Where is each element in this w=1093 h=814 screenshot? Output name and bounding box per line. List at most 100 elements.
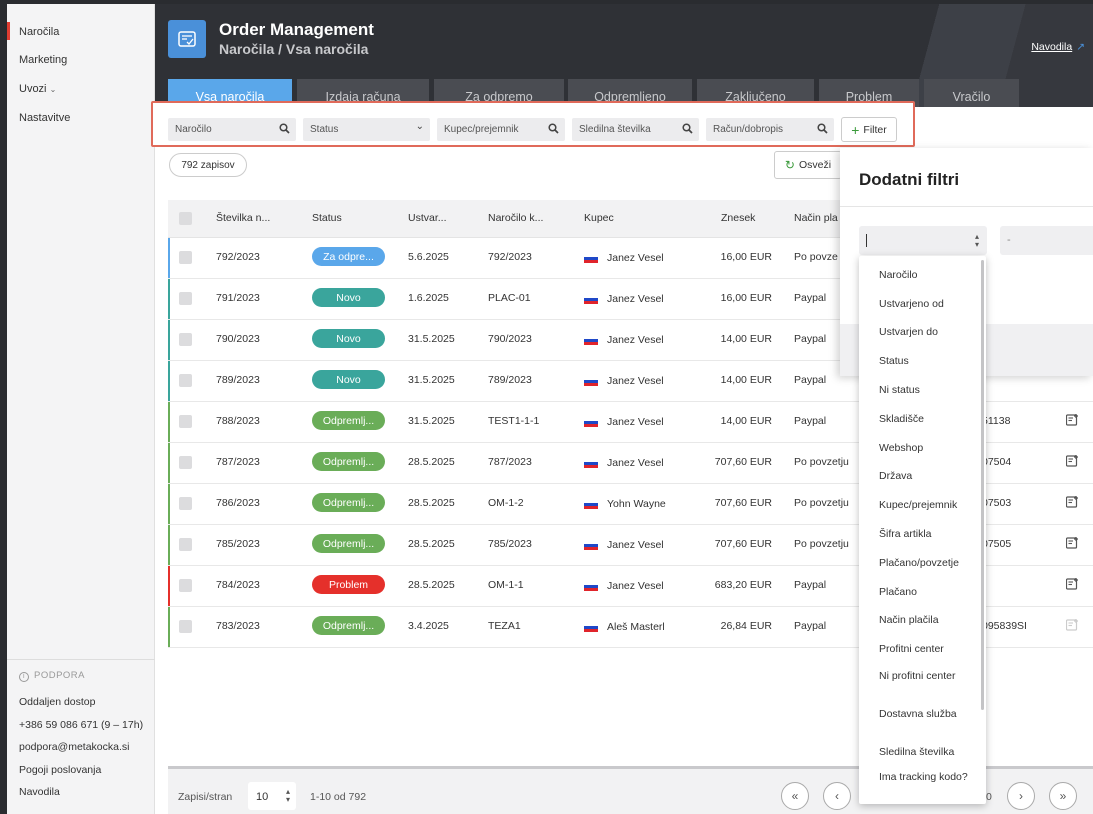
- note-add-icon[interactable]: [1066, 537, 1079, 549]
- filter-field-select[interactable]: ▴ ▾: [859, 226, 987, 255]
- last-page-button[interactable]: »: [1049, 782, 1077, 810]
- order-number[interactable]: 792/2023: [216, 251, 260, 263]
- column-header-amount[interactable]: Znesek: [721, 212, 755, 224]
- order-number[interactable]: 789/2023: [216, 374, 260, 386]
- buyer-filter-input[interactable]: Kupec/prejemnik: [437, 118, 565, 141]
- note-add-icon[interactable]: [1066, 619, 1079, 631]
- dropdown-option[interactable]: Kupec/prejemnik: [879, 499, 974, 512]
- next-page-button[interactable]: ›: [1007, 782, 1035, 810]
- status-filter-select[interactable]: Status ⌄: [303, 118, 430, 141]
- select-all-checkbox[interactable]: [179, 212, 192, 225]
- order-number[interactable]: 783/2023: [216, 620, 260, 632]
- row-checkbox[interactable]: [179, 374, 192, 387]
- created-date: 31.5.2025: [408, 374, 455, 386]
- dropdown-scrollbar[interactable]: [981, 260, 984, 710]
- chevron-down-icon: ⌄: [415, 121, 424, 132]
- support-email[interactable]: podpora@metakocka.si: [19, 741, 129, 753]
- note-add-icon[interactable]: [1066, 496, 1079, 508]
- row-checkbox[interactable]: [179, 415, 192, 428]
- order-reference: 785/2023: [488, 538, 532, 550]
- order-reference: OM-1-2: [488, 497, 524, 509]
- column-header-order-ref[interactable]: Naročilo k...: [488, 212, 543, 224]
- filter-value-input[interactable]: -: [1000, 226, 1093, 255]
- dropdown-option[interactable]: Ni status: [879, 384, 974, 397]
- dropdown-option[interactable]: Skladišče: [879, 413, 974, 426]
- order-number[interactable]: 784/2023: [216, 579, 260, 591]
- order-reference: TEST1-1-1: [488, 415, 540, 427]
- sidebar-item-narocila[interactable]: Naročila: [19, 26, 59, 38]
- dropdown-option[interactable]: Dostavna služba: [879, 708, 974, 721]
- row-status-bar: [168, 402, 170, 442]
- filter-button[interactable]: + Filter: [841, 117, 897, 142]
- column-header-status[interactable]: Status: [312, 212, 342, 224]
- slovenia-flag-icon: [584, 458, 598, 468]
- order-reference: 787/2023: [488, 456, 532, 468]
- row-checkbox[interactable]: [179, 579, 192, 592]
- help-link[interactable]: Navodila ↗: [1031, 41, 1085, 53]
- status-badge: Odpremlj...: [312, 493, 385, 512]
- order-management-icon: [168, 20, 206, 58]
- buyer-name: Janez Vesel: [607, 252, 664, 264]
- first-page-button[interactable]: «: [781, 782, 809, 810]
- sidebar-item-marketing[interactable]: Marketing: [19, 54, 67, 66]
- order-number[interactable]: 787/2023: [216, 456, 260, 468]
- column-header-payment[interactable]: Način pla: [794, 212, 838, 224]
- order-filter-input[interactable]: Naročilo: [168, 118, 296, 141]
- support-link-terms[interactable]: Pogoji poslovanja: [19, 764, 101, 776]
- order-number[interactable]: 788/2023: [216, 415, 260, 427]
- row-checkbox[interactable]: [179, 292, 192, 305]
- tracking-filter-input[interactable]: Sledilna številka: [572, 118, 699, 141]
- row-checkbox[interactable]: [179, 538, 192, 551]
- order-number[interactable]: 785/2023: [216, 538, 260, 550]
- dropdown-option[interactable]: Plačano/povzetje: [879, 557, 974, 570]
- created-date: 3.4.2025: [408, 620, 449, 632]
- payment-method: Po povzetju: [794, 456, 849, 468]
- updown-icon: ▴ ▾: [974, 232, 979, 249]
- row-checkbox[interactable]: [179, 333, 192, 346]
- per-page-select[interactable]: 10 ▴ ▾: [248, 782, 296, 810]
- amount: 14,00 EUR: [720, 374, 772, 386]
- created-date: 28.5.2025: [408, 456, 455, 468]
- note-add-icon[interactable]: [1066, 414, 1079, 426]
- status-badge: Novo: [312, 329, 385, 348]
- note-add-icon[interactable]: [1066, 455, 1079, 467]
- order-number[interactable]: 786/2023: [216, 497, 260, 509]
- order-number[interactable]: 791/2023: [216, 292, 260, 304]
- buyer-cell: Yohn Wayne: [584, 498, 666, 510]
- row-checkbox[interactable]: [179, 620, 192, 633]
- row-checkbox[interactable]: [179, 456, 192, 469]
- dropdown-option[interactable]: Šifra artikla: [879, 528, 974, 541]
- status-badge: Za odpre...: [312, 247, 385, 266]
- support-link-help[interactable]: Navodila: [19, 786, 60, 798]
- dropdown-option[interactable]: Sledilna številka: [879, 746, 974, 759]
- row-checkbox[interactable]: [179, 251, 192, 264]
- dropdown-option[interactable]: Webshop: [879, 442, 974, 455]
- dropdown-option[interactable]: Ni profitni center: [879, 670, 974, 683]
- dropdown-option[interactable]: Plačano: [879, 586, 974, 599]
- support-link-remote[interactable]: Oddaljen dostop: [19, 696, 95, 708]
- refresh-button[interactable]: ↻ Osveži: [774, 151, 842, 179]
- dropdown-option[interactable]: Ustvarjen do: [879, 326, 974, 339]
- created-date: 31.5.2025: [408, 333, 455, 345]
- order-number[interactable]: 790/2023: [216, 333, 260, 345]
- sidebar-item-uvozi[interactable]: Uvozi ⌄: [19, 83, 56, 95]
- tab-vracilo[interactable]: Vračilo: [924, 79, 1019, 107]
- dropdown-option[interactable]: Ustvarjeno od: [879, 298, 974, 311]
- created-date: 28.5.2025: [408, 579, 455, 591]
- support-phone[interactable]: +386 59 086 671 (9 – 17h): [19, 719, 143, 731]
- dropdown-option[interactable]: Ima tracking kodo?: [879, 771, 974, 784]
- sidebar-item-nastavitve[interactable]: Nastavitve: [19, 112, 70, 124]
- dropdown-option[interactable]: Način plačila: [879, 614, 974, 627]
- dropdown-option[interactable]: Status: [879, 355, 974, 368]
- invoice-filter-input[interactable]: Račun/dobropis: [706, 118, 834, 141]
- slovenia-flag-icon: [584, 540, 598, 550]
- prev-page-button[interactable]: ‹: [823, 782, 851, 810]
- note-add-icon[interactable]: [1066, 578, 1079, 590]
- column-header-created[interactable]: Ustvar...: [408, 212, 447, 224]
- dropdown-option[interactable]: Naročilo: [879, 269, 974, 282]
- dropdown-option[interactable]: Profitni center: [879, 643, 974, 656]
- row-checkbox[interactable]: [179, 497, 192, 510]
- dropdown-option[interactable]: Država: [879, 470, 974, 483]
- column-header-buyer[interactable]: Kupec: [584, 212, 614, 224]
- column-header-number[interactable]: Številka n...: [216, 212, 270, 224]
